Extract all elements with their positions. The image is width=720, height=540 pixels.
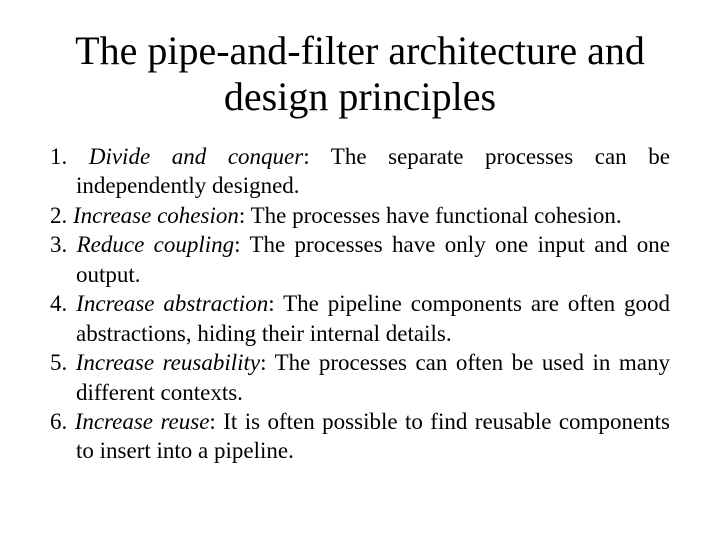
item-number: 4. — [50, 291, 67, 316]
list-item: 6. Increase reuse: It is often possible … — [50, 407, 670, 466]
item-principle: Increase abstraction — [76, 291, 268, 316]
item-principle: Increase cohesion — [73, 203, 239, 228]
list-item: 3. Reduce coupling: The processes have o… — [50, 230, 670, 289]
item-description: : The processes have functional cohesion… — [239, 203, 622, 228]
item-number: 5. — [50, 350, 67, 375]
principles-list: 1. Divide and conquer: The separate proc… — [50, 142, 670, 466]
list-item: 1. Divide and conquer: The separate proc… — [50, 142, 670, 201]
item-principle: Reduce coupling — [77, 232, 235, 257]
item-number: 3. — [50, 232, 67, 257]
item-principle: Divide and conquer — [89, 144, 303, 169]
list-item: 4. Increase abstraction: The pipeline co… — [50, 289, 670, 348]
list-item: 2. Increase cohesion: The processes have… — [50, 201, 670, 230]
list-item: 5. Increase reusability: The processes c… — [50, 348, 670, 407]
item-principle: Increase reusability — [76, 350, 260, 375]
slide-title: The pipe-and-filter architecture and des… — [50, 28, 670, 120]
item-number: 1. — [50, 144, 67, 169]
item-principle: Increase reuse — [75, 409, 210, 434]
item-number: 2. — [50, 203, 67, 228]
slide: The pipe-and-filter architecture and des… — [0, 0, 720, 540]
item-number: 6. — [50, 409, 67, 434]
